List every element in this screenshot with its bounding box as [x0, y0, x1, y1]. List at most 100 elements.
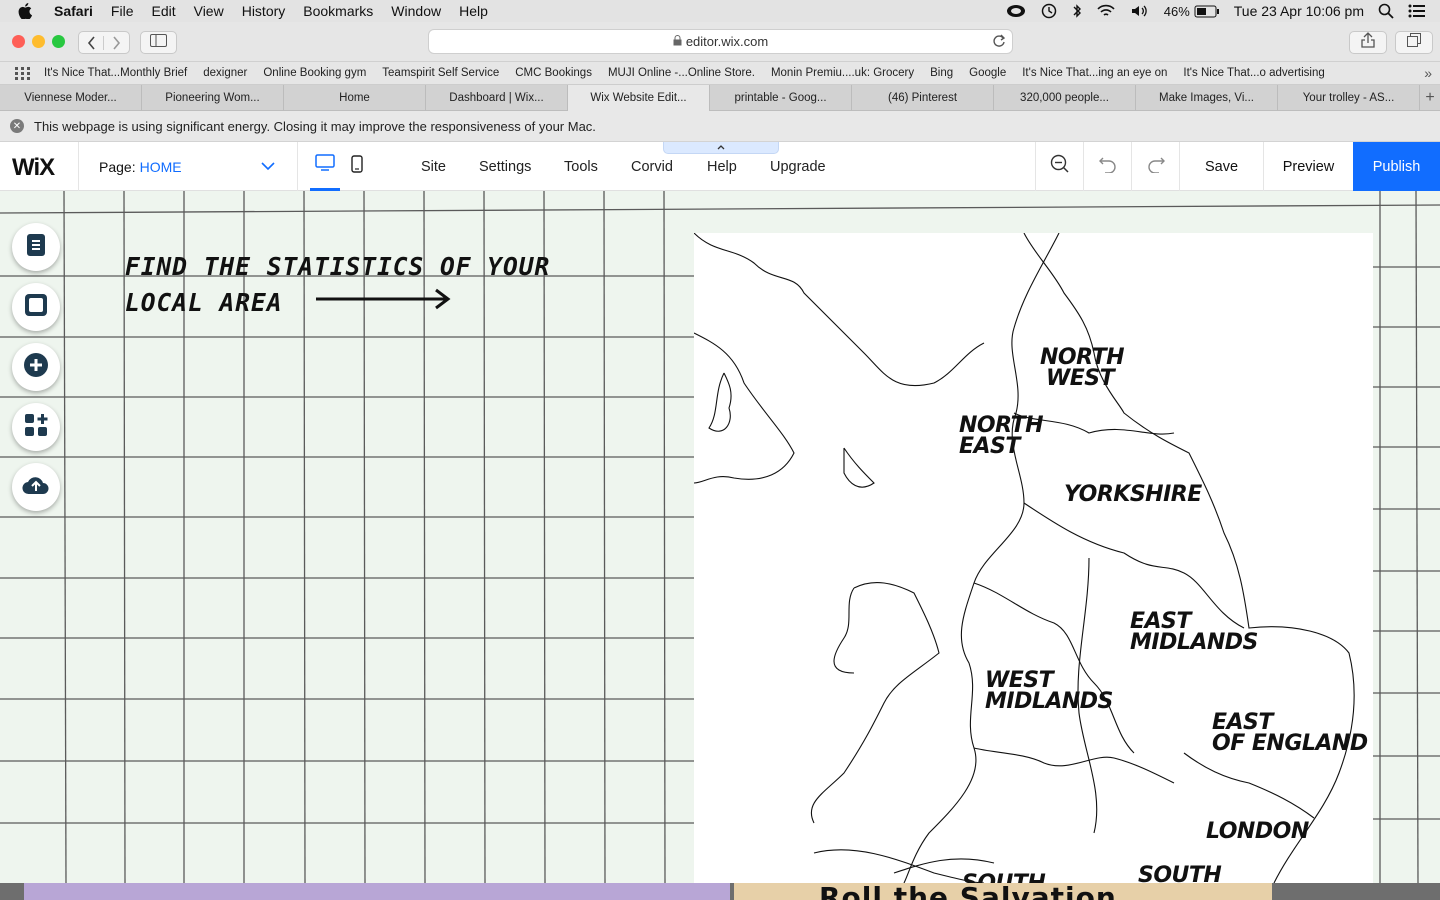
- bookmark-item[interactable]: It's Nice That...ing an eye on: [1022, 67, 1167, 79]
- menu-tools[interactable]: Tools: [564, 142, 598, 191]
- browser-tab[interactable]: Viennese Moder...: [0, 85, 142, 111]
- menu-bookmarks[interactable]: Bookmarks: [303, 3, 373, 19]
- bookmark-item[interactable]: Online Booking gym: [263, 67, 366, 79]
- volume-icon[interactable]: [1130, 4, 1150, 18]
- region-yorkshire-label[interactable]: YORKSHIRE: [1064, 484, 1202, 506]
- mobile-view-button[interactable]: [342, 142, 372, 191]
- zoom-window-button[interactable]: [52, 35, 65, 48]
- browser-tab[interactable]: Dashboard | Wix...: [426, 85, 568, 111]
- bookmark-item[interactable]: Google: [969, 67, 1006, 79]
- lock-icon: [673, 34, 682, 49]
- page-value: HOME: [139, 158, 182, 175]
- desktop-icon: [315, 153, 335, 177]
- region-london-label[interactable]: LONDON: [1206, 821, 1309, 843]
- time-machine-icon[interactable]: [1040, 3, 1058, 19]
- background-button[interactable]: [12, 283, 60, 331]
- region-north-west-label[interactable]: NORTH WEST: [1040, 345, 1125, 391]
- notification-center-icon[interactable]: [1408, 4, 1426, 18]
- tab-overview-icon: [1407, 33, 1421, 52]
- bookmark-item[interactable]: Monin Premiu....uk: Grocery: [771, 67, 914, 79]
- forward-icon[interactable]: [104, 35, 129, 50]
- below-fold-purple-section[interactable]: [24, 883, 730, 900]
- browser-tab-active[interactable]: Wix Website Edit...: [568, 85, 710, 111]
- minimize-window-button[interactable]: [32, 35, 45, 48]
- reload-icon[interactable]: [992, 34, 1006, 51]
- zoom-out-button[interactable]: [1035, 142, 1083, 191]
- menu-site[interactable]: Site: [421, 142, 446, 191]
- bookmark-item[interactable]: It's Nice That...Monthly Brief: [44, 67, 187, 79]
- region-label-line: WEST: [1046, 366, 1115, 391]
- save-button[interactable]: Save: [1179, 142, 1263, 191]
- bluetooth-icon[interactable]: [1072, 3, 1082, 19]
- browser-tab[interactable]: Your trolley - AS...: [1278, 85, 1420, 111]
- menu-app-name[interactable]: Safari: [54, 3, 93, 19]
- bookmark-item[interactable]: Bing: [930, 67, 953, 79]
- back-icon[interactable]: [79, 35, 105, 50]
- close-window-button[interactable]: [12, 35, 25, 48]
- editor-canvas[interactable]: FIND THE STATISTICS OF YOUR LOCAL AREA N…: [0, 191, 1440, 883]
- collapse-topbar-handle[interactable]: [663, 142, 779, 154]
- menu-view[interactable]: View: [194, 3, 224, 19]
- page-selector[interactable]: Page: HOME: [78, 142, 298, 191]
- wix-logo[interactable]: WiX: [12, 154, 55, 182]
- region-east-midlands-label[interactable]: EAST MIDLANDS: [1130, 611, 1258, 654]
- bookmark-item[interactable]: It's Nice That...o advertising: [1183, 67, 1324, 79]
- preview-button[interactable]: Preview: [1263, 142, 1353, 191]
- menu-history[interactable]: History: [242, 3, 286, 19]
- new-tab-icon[interactable]: +: [1420, 85, 1440, 110]
- more-bookmarks-icon[interactable]: »: [1424, 65, 1432, 81]
- bookmark-item[interactable]: dexigner: [203, 67, 247, 79]
- safari-toolbar: editor.wix.com: [0, 22, 1440, 62]
- apple-icon[interactable]: [18, 3, 36, 19]
- below-fold-ochre-section[interactable]: Roll the Salvation: [734, 883, 1272, 900]
- browser-tab[interactable]: Pioneering Wom...: [142, 85, 284, 111]
- creative-cloud-icon[interactable]: [1006, 4, 1026, 18]
- clock[interactable]: Tue 23 Apr 10:06 pm: [1234, 3, 1364, 19]
- region-south-label[interactable]: SOUTH: [1138, 865, 1222, 884]
- back-forward-buttons: [78, 31, 130, 54]
- add-element-button[interactable]: [12, 343, 60, 391]
- regions-map[interactable]: NORTH WEST NORTH EAST YORKSHIRE EAST MID…: [694, 233, 1373, 883]
- below-fold-heading: Roll the Salvation: [819, 883, 1117, 900]
- media-upload-button[interactable]: [12, 463, 60, 511]
- browser-tab[interactable]: Home: [284, 85, 426, 111]
- tab-overview-button[interactable]: [1395, 31, 1433, 54]
- grid-apps-icon[interactable]: [15, 66, 30, 80]
- menu-window[interactable]: Window: [391, 3, 441, 19]
- battery-percent[interactable]: 46%: [1164, 4, 1190, 19]
- browser-tab[interactable]: 320,000 people...: [994, 85, 1136, 111]
- pages-menu-button[interactable]: [12, 223, 60, 271]
- bookmark-item[interactable]: Teamspirit Self Service: [382, 67, 499, 79]
- battery-icon[interactable]: [1194, 5, 1220, 18]
- region-west-midlands-label[interactable]: WEST MIDLANDS: [985, 668, 1113, 713]
- bookmark-item[interactable]: MUJI Online -...Online Store.: [608, 67, 755, 79]
- region-east-of-england-label[interactable]: EAST OF ENGLAND: [1212, 712, 1368, 755]
- share-button[interactable]: [1349, 31, 1387, 54]
- arrow-right-icon: [316, 288, 452, 315]
- pages-icon: [25, 233, 47, 262]
- undo-button[interactable]: [1083, 142, 1131, 191]
- browser-tab[interactable]: printable - Goog...: [710, 85, 852, 111]
- menu-file[interactable]: File: [111, 3, 134, 19]
- region-label-line: WEST: [985, 668, 1054, 693]
- wifi-icon[interactable]: [1096, 4, 1116, 18]
- region-north-east-label[interactable]: NORTH EAST: [959, 415, 1044, 458]
- redo-button[interactable]: [1131, 142, 1179, 191]
- app-market-button[interactable]: [12, 403, 60, 451]
- url-text: editor.wix.com: [685, 34, 769, 49]
- region-south-west-label[interactable]: SOUTH: [962, 873, 1046, 884]
- region-label-line: NORTH: [1040, 345, 1125, 370]
- menu-edit[interactable]: Edit: [151, 3, 175, 19]
- desktop-view-button[interactable]: [310, 142, 340, 191]
- close-banner-icon[interactable]: ✕: [10, 119, 24, 133]
- spotlight-search-icon[interactable]: [1378, 3, 1394, 19]
- address-bar[interactable]: editor.wix.com: [428, 29, 1013, 54]
- publish-button[interactable]: Publish: [1353, 142, 1440, 191]
- browser-tab[interactable]: Make Images, Vi...: [1136, 85, 1278, 111]
- browser-tab[interactable]: (46) Pinterest: [852, 85, 994, 111]
- page-label: Page:: [99, 158, 136, 175]
- sidebar-toggle-button[interactable]: [140, 31, 177, 54]
- menu-settings[interactable]: Settings: [479, 142, 531, 191]
- menu-help[interactable]: Help: [459, 3, 488, 19]
- bookmark-item[interactable]: CMC Bookings: [515, 67, 592, 79]
